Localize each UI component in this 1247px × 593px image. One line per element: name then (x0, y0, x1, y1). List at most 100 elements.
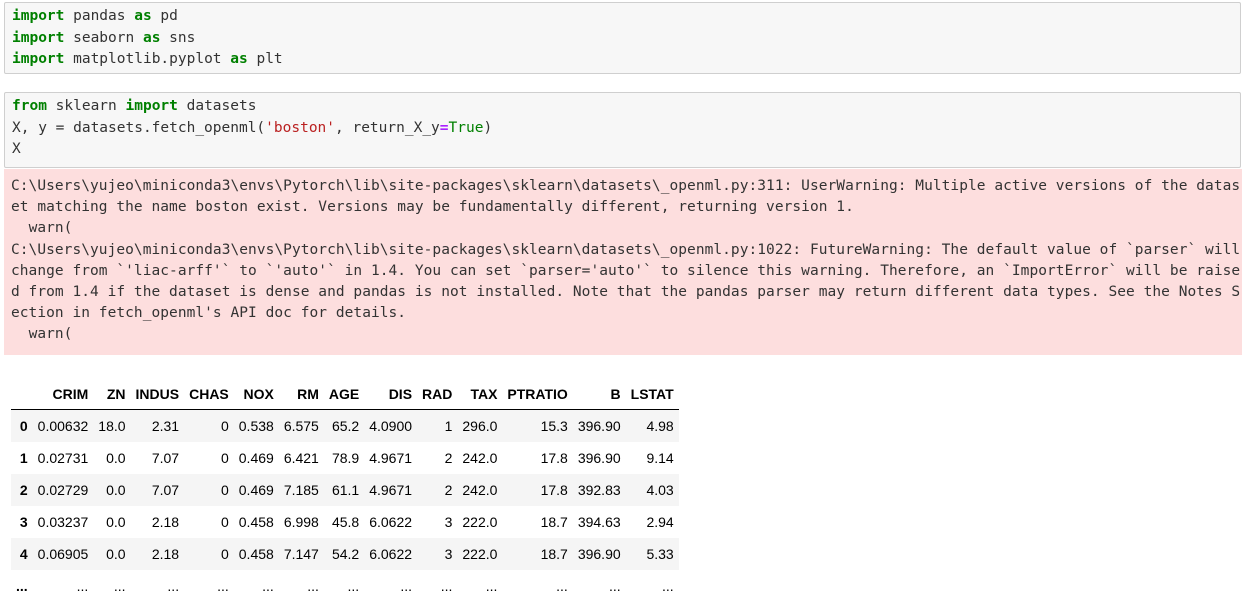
table-cell: ... (440, 578, 453, 593)
table-cell: 18.7 (540, 514, 568, 530)
column-header: CRIM (32, 379, 94, 410)
table-cell: ... (262, 578, 274, 593)
table-cell: ... (167, 578, 180, 593)
row-index: 1 (19, 450, 28, 466)
table-row: 3 0.03237 0.0 2.18 0 0.458 6.998 45.8 6.0622 3 222… (11, 506, 679, 538)
table-cell: 65.2 (331, 418, 360, 434)
table-cell: 78.9 (331, 450, 360, 466)
table-cell: 61.1 (331, 482, 360, 498)
table-cell: ... (217, 578, 229, 593)
table-cell: 0.0 (106, 482, 126, 498)
table-row: 2 0.02729 0.0 7.07 0 0.469 7.185 61.1 4.9671 2 242… (11, 474, 679, 506)
table-cell: 222.0 (462, 546, 498, 562)
table-cell: 17.8 (540, 450, 568, 466)
table-cell: 0 (220, 482, 229, 498)
table-cell: 392.83 (577, 482, 621, 498)
column-header: LSTAT (625, 379, 679, 410)
code-cell-imports[interactable]: import pandas as pd import seaborn as sns… (4, 2, 1241, 74)
column-header: CHAS (184, 379, 234, 410)
table-cell: 6.0622 (369, 514, 413, 530)
keyword: import (12, 8, 65, 24)
table-cell: 0.03237 (37, 514, 89, 530)
table-cell: 3 (444, 546, 453, 562)
table-cell: 2.18 (151, 546, 180, 562)
table-cell: 2 (444, 450, 453, 466)
table-cell: 0 (220, 514, 229, 530)
code-line: from sklearn import datasets (12, 98, 257, 114)
table-cell: 2 (444, 482, 453, 498)
dataframe-output: CRIM ZN INDUS CHAS NOX RM AGE DIS RAD TAX PTRATIO B… (11, 379, 801, 593)
column-header: PTRATIO (502, 379, 573, 410)
table-cell: ... (400, 578, 413, 593)
table-cell: 0.0 (106, 514, 126, 530)
table-cell: 0 (220, 546, 229, 562)
column-header: RAD (417, 379, 458, 410)
table-row: 0 0.00632 18.0 2.31 0 0.538 6.575 65.2 4.0900 1 29… (11, 409, 679, 442)
table-cell: 4.98 (646, 418, 674, 434)
table-cell: 2.94 (646, 514, 674, 530)
table-cell: 396.90 (577, 418, 621, 434)
table-cell: 0.00632 (37, 418, 89, 434)
table-cell: 394.63 (577, 514, 621, 530)
column-header: NOX (233, 379, 279, 410)
table-cell: 6.998 (283, 514, 319, 530)
table-cell: ... (556, 578, 568, 593)
table-cell: 45.8 (331, 514, 360, 530)
table-cell: 6.0622 (369, 546, 413, 562)
table-row: 4 0.06905 0.0 2.18 0 0.458 7.147 54.2 6.0622 3 222… (11, 538, 679, 570)
table-cell: 396.90 (577, 546, 621, 562)
table-cell: 5.33 (646, 546, 674, 562)
table-cell: 242.0 (462, 450, 498, 466)
table-cell: 0 (220, 418, 229, 434)
table-cell: 0.02729 (37, 482, 89, 498)
table-cell: 222.0 (462, 514, 498, 530)
row-index: ... (16, 578, 28, 593)
table-cell: 4.9671 (369, 450, 413, 466)
table-cell: 17.8 (540, 482, 568, 498)
table-cell: 1 (444, 418, 453, 434)
column-header: TAX (457, 379, 503, 410)
table-cell: 4.0900 (369, 418, 413, 434)
table-cell: 2.31 (151, 418, 180, 434)
table-cell: 3 (444, 514, 453, 530)
table-cell: 15.3 (540, 418, 568, 434)
table-cell: ... (347, 578, 360, 593)
table-cell: ... (608, 578, 621, 593)
table-cell: 242.0 (462, 482, 498, 498)
index-header (11, 379, 33, 410)
column-header: ZN (93, 379, 131, 410)
row-index: 2 (19, 482, 28, 498)
dataframe-table: CRIM ZN INDUS CHAS NOX RM AGE DIS RAD TAX PTRATIO B… (11, 379, 679, 593)
table-cell: ... (485, 578, 498, 593)
table-cell: 18.0 (98, 418, 126, 434)
table-cell: 7.147 (283, 546, 319, 562)
column-header: DIS (364, 379, 418, 410)
table-cell: 0.469 (238, 482, 274, 498)
table-cell: 0.458 (238, 514, 274, 530)
table-row: 1 0.02731 0.0 7.07 0 0.469 6.421 78.9 4.9671 2 242… (11, 442, 679, 474)
table-cell: 6.421 (283, 450, 319, 466)
table-cell: 0 (220, 450, 229, 466)
table-cell: 0.458 (238, 546, 274, 562)
code-line: import pandas as pd (12, 8, 178, 24)
table-cell: 0.02731 (37, 450, 89, 466)
column-header: B (572, 379, 626, 410)
table-cell: 0.538 (238, 418, 274, 434)
column-header: AGE (323, 379, 365, 410)
table-row: ........................................… (11, 570, 679, 593)
code-line: import seaborn as sns (12, 29, 196, 46)
table-cell: 7.185 (283, 482, 319, 498)
stderr-output: C:\Users\yujeo\miniconda3\envs\Pytorch\l… (4, 169, 1242, 355)
table-cell: ... (76, 578, 89, 593)
table-cell: ... (307, 578, 319, 593)
table-cell: 9.14 (646, 450, 674, 466)
table-cell: 2.18 (151, 514, 180, 530)
table-cell: 0.06905 (37, 546, 89, 562)
table-cell: 18.7 (540, 546, 568, 562)
code-line: import matplotlib.pyplot as plt (12, 51, 283, 67)
table-cell: 296.0 (462, 418, 498, 434)
code-cell-fetch-dataset[interactable]: from sklearn import datasets X, y = datas… (4, 92, 1241, 168)
row-index: 3 (19, 514, 28, 530)
table-cell: 396.90 (577, 450, 621, 466)
row-index: 0 (19, 418, 28, 434)
